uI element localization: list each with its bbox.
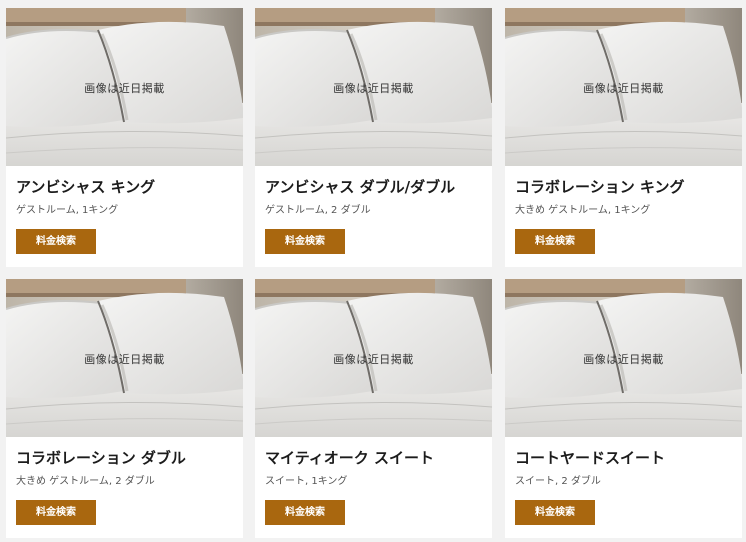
room-card: 画像は近日掲載 アンビシャス キング ゲストルーム, 1キング 料金検索 <box>6 8 243 267</box>
room-photo: 画像は近日掲載 <box>505 8 742 166</box>
rate-search-button[interactable]: 料金検索 <box>265 229 345 254</box>
room-subtitle: ゲストルーム, 2 ダブル <box>265 205 371 216</box>
image-placeholder-text: 画像は近日掲載 <box>333 353 414 366</box>
room-grid: 画像は近日掲載 アンビシャス キング ゲストルーム, 1キング 料金検索 画像は… <box>0 0 746 542</box>
room-title: コラボレーション ダブル <box>16 449 186 467</box>
room-subtitle: 大きめ ゲストルーム, 2 ダブル <box>16 476 155 487</box>
room-card: 画像は近日掲載 コラボレーション ダブル 大きめ ゲストルーム, 2 ダブル 料… <box>6 279 243 538</box>
room-subtitle: スイート, 2 ダブル <box>515 476 601 487</box>
rate-search-button[interactable]: 料金検索 <box>515 229 595 254</box>
room-card: 画像は近日掲載 コートヤードスイート スイート, 2 ダブル 料金検索 <box>505 279 742 538</box>
room-title: コートヤードスイート <box>515 449 666 467</box>
image-placeholder-text: 画像は近日掲載 <box>583 82 664 95</box>
room-title: アンビシャス ダブル/ダブル <box>265 178 456 196</box>
room-photo: 画像は近日掲載 <box>6 8 243 166</box>
room-subtitle: スイート, 1キング <box>265 476 348 487</box>
room-title: マイティオーク スイート <box>265 449 435 467</box>
room-subtitle: 大きめ ゲストルーム, 1キング <box>515 205 651 216</box>
image-placeholder-text: 画像は近日掲載 <box>84 82 165 95</box>
room-photo: 画像は近日掲載 <box>255 279 492 437</box>
room-subtitle: ゲストルーム, 1キング <box>16 205 119 216</box>
image-placeholder-text: 画像は近日掲載 <box>583 353 664 366</box>
room-card: 画像は近日掲載 アンビシャス ダブル/ダブル ゲストルーム, 2 ダブル 料金検… <box>255 8 492 267</box>
rate-search-button[interactable]: 料金検索 <box>16 500 96 525</box>
image-placeholder-text: 画像は近日掲載 <box>84 353 165 366</box>
rate-search-button[interactable]: 料金検索 <box>265 500 345 525</box>
room-title: アンビシャス キング <box>16 178 156 196</box>
rate-search-button[interactable]: 料金検索 <box>16 229 96 254</box>
image-placeholder-text: 画像は近日掲載 <box>333 82 414 95</box>
room-photo: 画像は近日掲載 <box>505 279 742 437</box>
room-card: 画像は近日掲載 コラボレーション キング 大きめ ゲストルーム, 1キング 料金… <box>505 8 742 267</box>
room-photo: 画像は近日掲載 <box>6 279 243 437</box>
room-photo: 画像は近日掲載 <box>255 8 492 166</box>
room-card: 画像は近日掲載 マイティオーク スイート スイート, 1キング 料金検索 <box>255 279 492 538</box>
room-title: コラボレーション キング <box>515 178 685 196</box>
rate-search-button[interactable]: 料金検索 <box>515 500 595 525</box>
